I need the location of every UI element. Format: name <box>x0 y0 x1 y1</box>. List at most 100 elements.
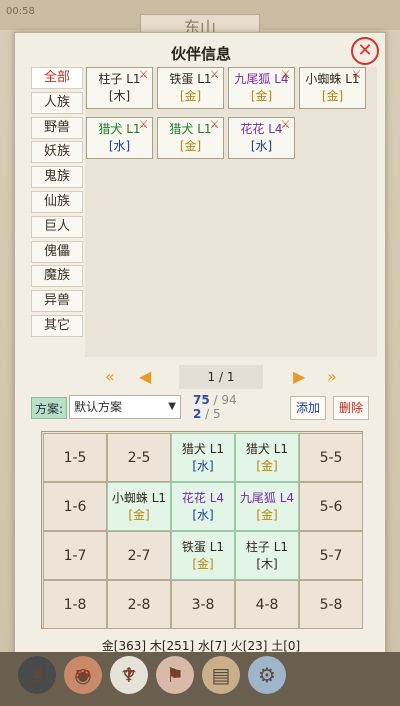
slot-partner-element: [金] <box>256 508 278 522</box>
partner-card[interactable]: 小蜘蛛 L1 [金] ⚔ <box>299 67 366 109</box>
category-7[interactable]: 傀儡 <box>31 240 83 263</box>
partner-element: [水] <box>250 139 273 153</box>
wings-icon[interactable]: ♆ 7 <box>110 656 148 694</box>
battle-swords-icon: ⚔ <box>138 68 149 81</box>
last-page-icon[interactable]: » <box>327 367 337 387</box>
category-4[interactable]: 鬼族 <box>31 166 83 189</box>
formation-slot[interactable]: 5-6 <box>299 482 363 531</box>
page-indicator: 1 / 1 <box>179 365 263 389</box>
formation-grid: 1-5 2-5 猎犬 L1 [水] 猎犬 L1 [金] 5-5 1-6 小蜘蛛 L1 [金] 花花 … <box>41 431 363 629</box>
category-9[interactable]: 异兽 <box>31 290 83 313</box>
delete-button[interactable]: 删除 <box>333 396 369 420</box>
gear-icon[interactable]: ⚙ <box>248 656 286 694</box>
slot-partner-element: [金] <box>128 508 150 522</box>
partner-info-window: 伙伴信息 ✕ 全部 人族 野兽 妖族 鬼族 仙族 巨人 傀儡 魔族 异兽 其它 柱子 L1 [木] ⚔ 铁… <box>14 32 386 658</box>
pager: « ◀ 1 / 1 ▶ » <box>89 365 359 389</box>
slot-partner-element: [金] <box>256 459 278 473</box>
prev-page-icon[interactable]: ◀ <box>139 367 151 387</box>
formation-slot-filled[interactable]: 花花 L4 [水] <box>171 482 235 531</box>
battle-swords-icon: ⚔ <box>280 118 291 131</box>
category-2[interactable]: 野兽 <box>31 116 83 139</box>
formation-slot[interactable]: 2-7 <box>107 531 171 580</box>
partner-element: [木] <box>108 89 131 103</box>
slot-partner-name: 柱子 L1 <box>245 540 289 554</box>
partner-card[interactable]: 九尾狐 L4 [金] ⚔ <box>228 67 295 109</box>
partner-card[interactable]: 猎犬 L1 [金] ⚔ <box>157 117 224 159</box>
partner-element: [金] <box>321 89 344 103</box>
window-title: 伙伴信息 <box>170 45 231 63</box>
coin-icon[interactable]: ◉ 59 <box>64 656 102 694</box>
slot-partner-element: [水] <box>192 459 214 473</box>
formation-slot-filled[interactable]: 铁蛋 L1 [金] <box>171 531 235 580</box>
category-5[interactable]: 仙族 <box>31 190 83 213</box>
scheme-counts: 75 / 94 2 / 5 <box>193 393 237 421</box>
formation-slot[interactable]: 5-8 <box>299 580 363 629</box>
slot-partner-name: 铁蛋 L1 <box>181 540 225 554</box>
bottom-toolbar: ♜ ◉ 59 ♆ 7 ⚑ 0 ▤ ⚙ <box>0 652 400 706</box>
count-a: 75 <box>193 393 210 407</box>
battle-swords-icon: ⚔ <box>209 118 220 131</box>
battle-swords-icon: ⚔ <box>138 118 149 131</box>
partner-card[interactable]: 猎犬 L1 [水] ⚔ <box>86 117 153 159</box>
badge-count: 59 <box>75 668 91 681</box>
category-0[interactable]: 全部 <box>31 67 83 89</box>
chevron-down-icon: ▼ <box>168 401 176 412</box>
formation-slot[interactable]: 4-8 <box>235 580 299 629</box>
partner-element: [金] <box>179 139 202 153</box>
clock-text: 00:58 <box>6 6 35 17</box>
formation-slot[interactable]: 5-7 <box>299 531 363 580</box>
close-button[interactable]: ✕ <box>351 37 379 65</box>
formation-slot[interactable]: 1-6 <box>43 482 107 531</box>
category-10[interactable]: 其它 <box>31 314 83 337</box>
category-1[interactable]: 人族 <box>31 91 83 114</box>
warrior-icon[interactable]: ♜ <box>18 656 56 694</box>
formation-slot[interactable]: 1-8 <box>43 580 107 629</box>
formation-slot-filled[interactable]: 猎犬 L1 [金] <box>235 433 299 482</box>
battle-swords-icon: ⚔ <box>351 68 362 81</box>
slot-partner-name: 花花 L4 <box>181 491 225 505</box>
slot-partner-name: 猎犬 L1 <box>245 442 289 456</box>
category-8[interactable]: 魔族 <box>31 265 83 288</box>
formation-slot-filled[interactable]: 九尾狐 L4 [金] <box>235 482 299 531</box>
badge-count: 7 <box>125 668 133 681</box>
slot-partner-element: [水] <box>192 508 214 522</box>
formation-slot[interactable]: 1-7 <box>43 531 107 580</box>
first-page-icon[interactable]: « <box>105 367 115 387</box>
count-b-total: / 5 <box>201 407 221 421</box>
formation-slot[interactable]: 3-8 <box>171 580 235 629</box>
partner-element: [水] <box>108 139 131 153</box>
scheme-select[interactable]: 默认方案 ▼ <box>69 395 181 419</box>
battle-swords-icon: ⚔ <box>280 68 291 81</box>
partner-element: [金] <box>250 89 273 103</box>
scheme-selected-value: 默认方案 <box>74 400 123 414</box>
partner-element: [金] <box>179 89 202 103</box>
slot-partner-element: [木] <box>256 557 278 571</box>
badge-count: 0 <box>171 668 179 681</box>
flag-icon[interactable]: ⚑ 0 <box>156 656 194 694</box>
formation-slot[interactable]: 2-5 <box>107 433 171 482</box>
formation-slot-filled[interactable]: 小蜘蛛 L1 [金] <box>107 482 171 531</box>
scroll-icon[interactable]: ▤ <box>202 656 240 694</box>
next-page-icon[interactable]: ▶ <box>293 367 305 387</box>
category-3[interactable]: 妖族 <box>31 141 83 164</box>
category-6[interactable]: 巨人 <box>31 215 83 238</box>
partner-roster: 柱子 L1 [木] ⚔ 铁蛋 L1 [金] ⚔ 九尾狐 L4 [金] ⚔ 小蜘蛛 L1 [金] ⚔ 猎犬… <box>85 67 377 357</box>
partner-card[interactable]: 铁蛋 L1 [金] ⚔ <box>157 67 224 109</box>
formation-slot-filled[interactable]: 猎犬 L1 [水] <box>171 433 235 482</box>
status-strip: 00:58 东山 <box>0 0 400 40</box>
slot-partner-name: 猎犬 L1 <box>181 442 225 456</box>
battle-swords-icon: ⚔ <box>209 68 220 81</box>
slot-partner-name: 小蜘蛛 L1 <box>111 491 167 505</box>
formation-slot[interactable]: 1-5 <box>43 433 107 482</box>
formation-slot-filled[interactable]: 柱子 L1 [木] <box>235 531 299 580</box>
partner-card[interactable]: 柱子 L1 [木] ⚔ <box>86 67 153 109</box>
partner-card[interactable]: 花花 L4 [水] ⚔ <box>228 117 295 159</box>
scheme-label: 方案: <box>31 397 67 419</box>
formation-slot[interactable]: 2-8 <box>107 580 171 629</box>
formation-slot[interactable]: 5-5 <box>299 433 363 482</box>
category-list: 全部 人族 野兽 妖族 鬼族 仙族 巨人 傀儡 魔族 异兽 其它 <box>31 67 83 340</box>
slot-partner-element: [金] <box>192 557 214 571</box>
count-a-total: / 94 <box>209 393 237 407</box>
add-button[interactable]: 添加 <box>290 396 326 420</box>
close-icon: ✕ <box>357 40 373 61</box>
